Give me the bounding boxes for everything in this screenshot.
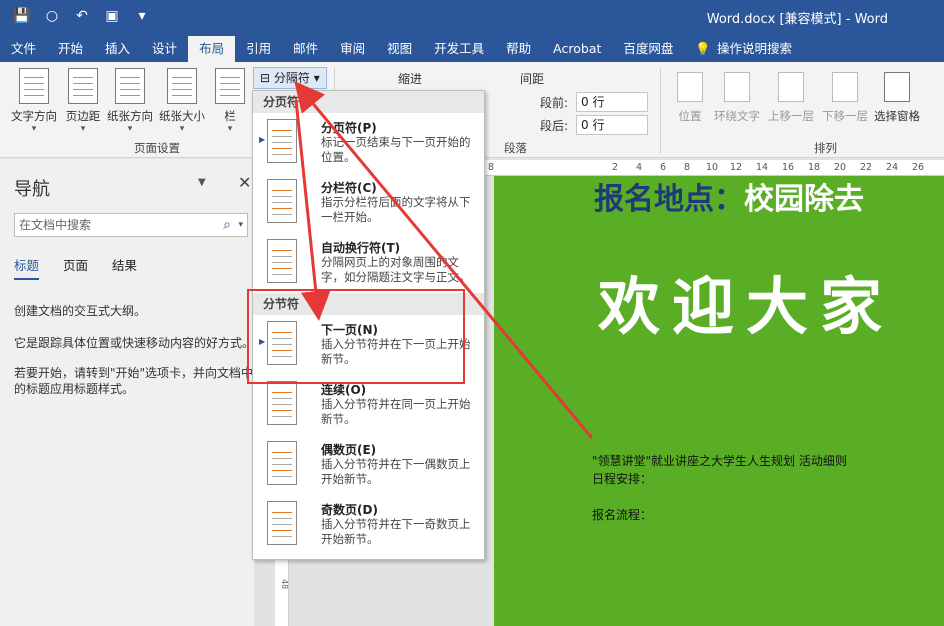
- arrow-to-next-page: [294, 99, 331, 321]
- arrow-to-breaks-button: [294, 81, 594, 439]
- annotation-arrows: [294, 81, 594, 439]
